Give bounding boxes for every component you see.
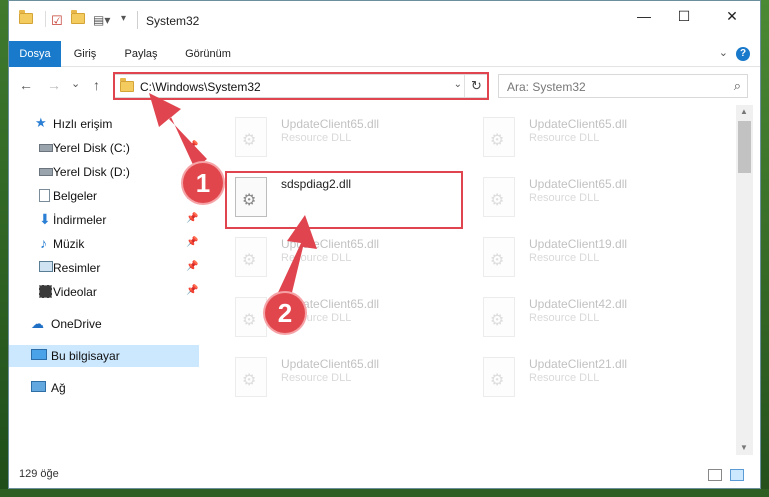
step-1-badge: 1: [183, 163, 223, 203]
arrow-2: [275, 215, 317, 305]
annotation-arrows: [149, 93, 317, 305]
step-2-badge: 2: [265, 293, 305, 333]
explorer-window: ☑ ▤▾ ▾ System32 — ☐ ✕ Dosya Giriş Paylaş…: [8, 0, 761, 489]
arrow-1: [149, 93, 207, 169]
